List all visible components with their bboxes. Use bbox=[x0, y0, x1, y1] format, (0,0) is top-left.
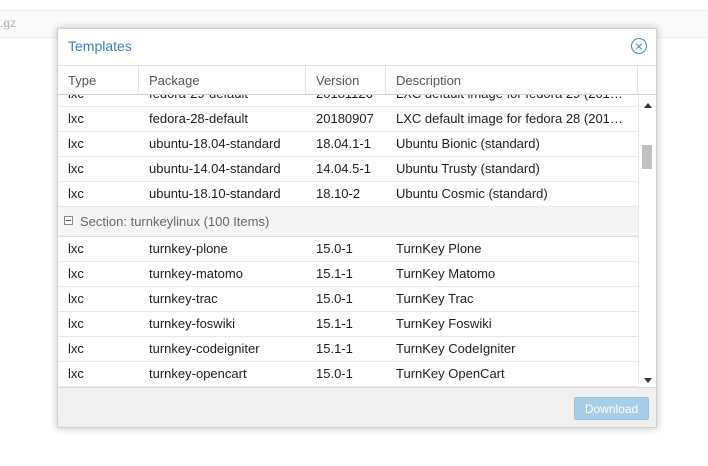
grid-header: Type Package Version Description bbox=[58, 65, 656, 95]
cell-version: 20181126 bbox=[306, 95, 386, 106]
cell-package: turnkey-opencart bbox=[149, 366, 247, 381]
section-label: Section: turnkeylinux (100 Items) bbox=[80, 214, 270, 229]
cell-version: 20180907 bbox=[316, 111, 374, 126]
cell-package: ubuntu-14.04-standard bbox=[149, 161, 281, 176]
scroll-down-icon[interactable] bbox=[644, 378, 652, 383]
column-header-spacer bbox=[638, 66, 656, 95]
cell-description: LXC default image for fedora 28 (201… bbox=[396, 111, 623, 126]
scroll-thumb[interactable] bbox=[642, 145, 652, 169]
cell-description: TurnKey Plone bbox=[396, 241, 482, 256]
cell-package: turnkey-trac bbox=[149, 291, 218, 306]
cell-version: 18.04.1-1 bbox=[316, 136, 371, 151]
cell-version: 15.0-1 bbox=[316, 291, 353, 306]
cell-description: TurnKey Foswiki bbox=[396, 316, 492, 331]
table-row[interactable]: lxc ubuntu-18.10-standard 18.10-2 Ubuntu Co… bbox=[58, 182, 638, 207]
cell-package: fedora-28-default bbox=[149, 111, 249, 126]
grid-body: lxcfedora-29-default20181126LXC default … bbox=[58, 95, 638, 387]
table-row[interactable]: lxc turnkey-matomo 15.1-1 TurnKey Matomo bbox=[58, 262, 638, 287]
templates-dialog: Templates Type Package Version Descripti… bbox=[57, 28, 657, 428]
cell-description: Ubuntu Trusty (standard) bbox=[396, 161, 540, 176]
cell-type: lxc bbox=[68, 111, 84, 126]
cell-package: turnkey-foswiki bbox=[149, 316, 235, 331]
cell-type: lxc bbox=[68, 316, 84, 331]
cell-description: Ubuntu Cosmic (standard) bbox=[396, 186, 548, 201]
cell-description: LXC default image for fedora 29 (201… bbox=[386, 95, 636, 106]
cell-package: turnkey-matomo bbox=[149, 266, 243, 281]
column-header-version[interactable]: Version bbox=[306, 66, 386, 95]
dialog-title: Templates bbox=[68, 38, 132, 54]
cell-type: lxc bbox=[58, 95, 139, 106]
cell-type: lxc bbox=[68, 266, 84, 281]
cell-version: 15.1-1 bbox=[316, 341, 353, 356]
download-button[interactable]: Download bbox=[574, 397, 649, 420]
grid-rows: lxcfedora-29-default20181126LXC default … bbox=[58, 95, 638, 387]
column-header-type[interactable]: Type bbox=[58, 66, 139, 95]
cell-description: TurnKey OpenCart bbox=[396, 366, 505, 381]
cell-version: 15.1-1 bbox=[316, 266, 353, 281]
dialog-header: Templates bbox=[58, 29, 656, 65]
table-row[interactable]: lxc turnkey-trac 15.0-1 TurnKey Trac bbox=[58, 287, 638, 312]
table-row[interactable]: lxc turnkey-codeigniter 15.1-1 TurnKey Code… bbox=[58, 337, 638, 362]
cell-package: ubuntu-18.04-standard bbox=[149, 136, 281, 151]
table-row[interactable]: lxc turnkey-plone 15.0-1 TurnKey Plone bbox=[58, 237, 638, 262]
table-row[interactable]: lxc turnkey-foswiki 15.1-1 TurnKey Foswiki bbox=[58, 312, 638, 337]
cell-type: lxc bbox=[68, 341, 84, 356]
cell-package: turnkey-codeigniter bbox=[149, 341, 260, 356]
collapse-icon[interactable] bbox=[64, 216, 73, 225]
column-header-package[interactable]: Package bbox=[139, 66, 306, 95]
cell-package: turnkey-plone bbox=[149, 241, 228, 256]
cell-description: Ubuntu Bionic (standard) bbox=[396, 136, 540, 151]
column-header-description[interactable]: Description bbox=[386, 66, 638, 95]
cell-version: 18.10-2 bbox=[316, 186, 361, 201]
table-row[interactable]: lxc fedora-28-default 20180907 LXC default … bbox=[58, 107, 638, 132]
cell-type: lxc bbox=[68, 366, 84, 381]
cell-version: 14.04.5-1 bbox=[316, 161, 371, 176]
cell-package: ubuntu-18.10-standard bbox=[149, 186, 281, 201]
scroll-up-icon[interactable] bbox=[644, 103, 652, 108]
cell-type: lxc bbox=[68, 291, 84, 306]
table-row[interactable]: lxc ubuntu-14.04-standard 14.04.5-1 Ubuntu … bbox=[58, 157, 638, 182]
cell-type: lxc bbox=[68, 186, 84, 201]
cell-description: TurnKey Matomo bbox=[396, 266, 496, 281]
table-row[interactable]: lxc turnkey-opencart 15.0-1 TurnKey OpenCar… bbox=[58, 362, 638, 387]
dialog-footer: Download bbox=[58, 387, 656, 427]
cell-type: lxc bbox=[68, 241, 84, 256]
cell-description: TurnKey CodeIgniter bbox=[396, 341, 516, 356]
cell-type: lxc bbox=[68, 161, 84, 176]
section-group-row[interactable]: Section: turnkeylinux (100 Items) bbox=[58, 207, 638, 237]
table-row[interactable]: lxcfedora-29-default20181126LXC default … bbox=[58, 95, 638, 107]
cell-version: 15.1-1 bbox=[316, 316, 353, 331]
cell-type: lxc bbox=[68, 136, 84, 151]
cell-package: fedora-29-default bbox=[139, 95, 306, 106]
cell-version: 15.0-1 bbox=[316, 241, 353, 256]
cell-description: TurnKey Trac bbox=[396, 291, 474, 306]
close-icon[interactable] bbox=[631, 38, 647, 54]
background-filename: .gz bbox=[0, 16, 17, 30]
vertical-scrollbar[interactable] bbox=[638, 95, 656, 387]
table-row[interactable]: lxc ubuntu-18.04-standard 18.04.1-1 Ubuntu … bbox=[58, 132, 638, 157]
cell-version: 15.0-1 bbox=[316, 366, 353, 381]
